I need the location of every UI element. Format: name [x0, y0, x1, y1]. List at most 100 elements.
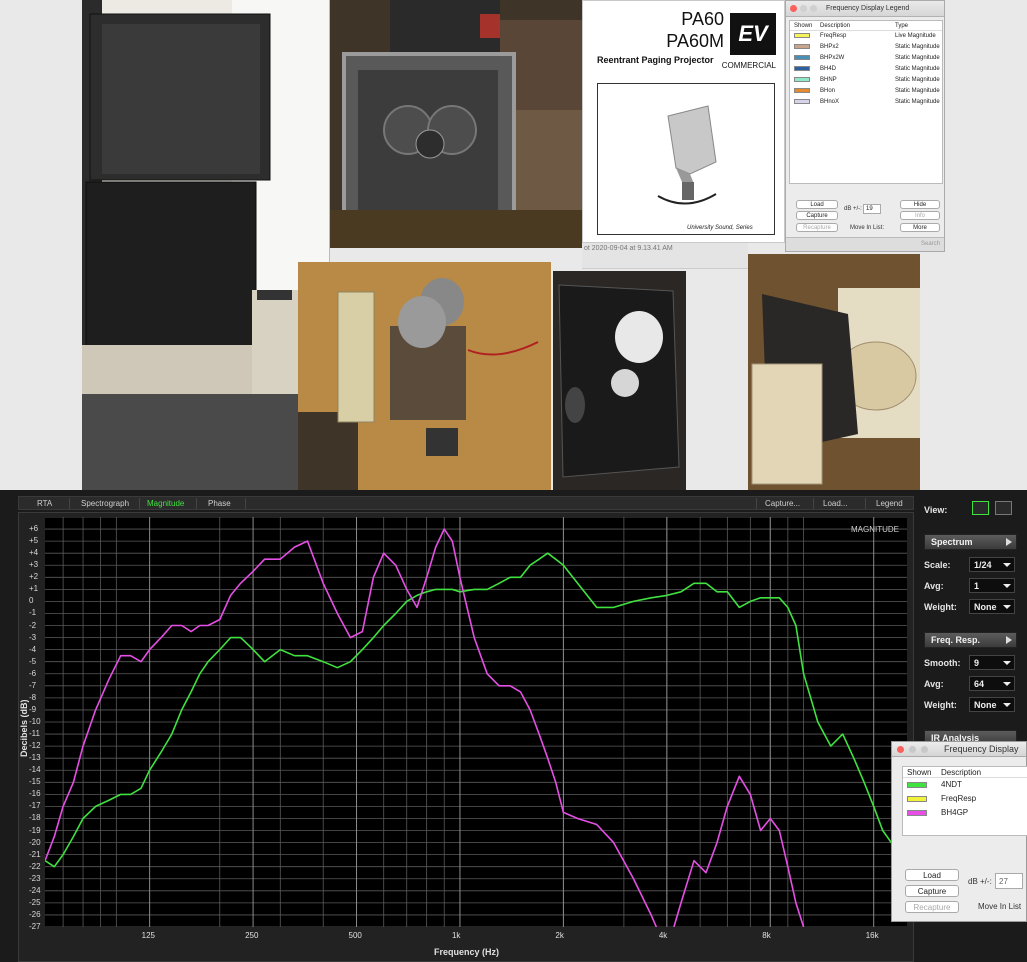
load-button[interactable]: Load [905, 869, 959, 881]
tab-rta[interactable]: RTA [37, 499, 52, 508]
x-axis-label: Frequency (Hz) [434, 947, 500, 957]
y-tick-label: -10 [29, 717, 41, 726]
recapture-button[interactable]: Recapture [905, 901, 959, 913]
weight-label: Weight: [924, 602, 957, 612]
zoom-icon[interactable] [921, 746, 928, 753]
x-tick-label: 500 [348, 931, 362, 940]
legend-menu-button[interactable]: Legend [876, 499, 903, 508]
legend-row[interactable]: BHPx2 Static Magnitude [790, 42, 942, 53]
legend-large-titlebar[interactable]: Frequency Display [892, 742, 1026, 757]
row-type: Static Magnitude [895, 99, 940, 105]
smooth-label: Smooth: [924, 658, 961, 668]
single-view-icon[interactable] [972, 501, 989, 515]
color-swatch[interactable] [794, 76, 810, 82]
weight2-select[interactable]: None [969, 697, 1015, 712]
magnitude-chart[interactable] [44, 516, 908, 952]
split-view-icon[interactable] [995, 501, 1012, 515]
legend-row[interactable]: FreqResp [903, 792, 1027, 806]
legend-row[interactable]: BHNP Static Magnitude [790, 75, 942, 86]
capture-button[interactable]: Capture [796, 211, 838, 220]
legend-window-small[interactable]: Frequency Display Legend Shown Descripti… [785, 0, 945, 252]
spectrum-section[interactable]: Spectrum [924, 534, 1017, 550]
header-shown: Shown [907, 768, 932, 777]
zoom-icon[interactable] [810, 5, 817, 12]
search-field[interactable]: Search [921, 241, 940, 247]
db-input[interactable]: 27 [995, 873, 1023, 889]
horn-driver-photo [330, 0, 582, 248]
tab-magnitude[interactable]: Magnitude [147, 499, 184, 508]
tab-divider [245, 498, 246, 509]
color-swatch[interactable] [794, 65, 810, 71]
scale-select[interactable]: 1/24 [969, 557, 1015, 572]
capture-menu-button[interactable]: Capture... [765, 499, 800, 508]
x-tick-label: 1k [451, 931, 461, 940]
color-swatch[interactable] [794, 98, 810, 104]
color-swatch[interactable] [794, 43, 810, 49]
row-description: 4NDT [941, 780, 962, 789]
row-type: Static Magnitude [895, 88, 940, 94]
color-swatch[interactable] [794, 32, 810, 38]
speaker-cabinet-photo [82, 0, 330, 394]
y-tick-label: -27 [29, 922, 41, 931]
info-button[interactable]: Info [900, 211, 940, 220]
color-swatch[interactable] [794, 54, 810, 60]
freq-resp-label: Freq. Resp. [931, 635, 981, 645]
legend-large-list[interactable]: Shown Description 4NDT FreqResp BH4GP [902, 766, 1027, 836]
y-axis-label: Decibels (dB) [19, 699, 29, 757]
smooth-select[interactable]: 9 [969, 655, 1015, 670]
y-tick-label: -13 [29, 753, 41, 763]
more-button[interactable]: More [900, 223, 940, 232]
move-in-list-label: Move In List: [850, 225, 885, 231]
legend-small-list[interactable]: Shown Description Type FreqResp Live Magn… [789, 20, 943, 184]
freq-resp-section[interactable]: Freq. Resp. [924, 632, 1017, 648]
magnitude-tag: MAGNITUDE [851, 525, 899, 534]
y-tick-label: -23 [29, 873, 41, 883]
y-tick-label: -14 [29, 765, 41, 775]
load-button[interactable]: Load [796, 200, 838, 209]
row-type: Static Magnitude [895, 66, 940, 72]
legend-window-large[interactable]: Frequency Display Shown Description 4NDT… [891, 741, 1027, 922]
y-tick-label: +1 [29, 584, 39, 594]
recapture-button[interactable]: Recapture [796, 223, 838, 232]
scale-label: Scale: [924, 560, 951, 570]
y-tick-label: -7 [29, 680, 37, 690]
close-icon[interactable] [897, 746, 904, 753]
avg-label: Avg: [924, 581, 944, 591]
color-swatch[interactable] [907, 781, 927, 788]
y-tick-label: +5 [29, 536, 39, 546]
weight-select[interactable]: None [969, 599, 1015, 614]
legend-row[interactable]: BHPx2W Static Magnitude [790, 53, 942, 64]
y-tick-label: -1 [29, 608, 37, 618]
load-menu-button[interactable]: Load... [823, 499, 847, 508]
row-description: BH4GP [941, 808, 969, 817]
capture-button[interactable]: Capture [905, 885, 959, 897]
legend-small-titlebar[interactable]: Frequency Display Legend [786, 1, 944, 17]
legend-row[interactable]: BH4D Static Magnitude [790, 64, 942, 75]
avg2-select[interactable]: 64 [969, 676, 1015, 691]
minimize-icon[interactable] [909, 746, 916, 753]
minimize-icon[interactable] [800, 5, 807, 12]
legend-row[interactable]: FreqResp Live Magnitude [790, 31, 942, 42]
legend-row[interactable]: BHnoX Static Magnitude [790, 97, 942, 108]
color-swatch[interactable] [794, 87, 810, 93]
x-tick-label: 2k [555, 931, 564, 940]
y-tick-label: -12 [29, 741, 41, 751]
hide-button[interactable]: Hide [900, 200, 940, 209]
y-tick-label: -17 [29, 801, 41, 811]
color-swatch[interactable] [907, 795, 927, 802]
legend-row[interactable]: BHon Static Magnitude [790, 86, 942, 97]
color-swatch[interactable] [907, 809, 927, 816]
avg-select[interactable]: 1 [969, 578, 1015, 593]
x-tick-label: 8k [762, 931, 771, 940]
close-icon[interactable] [790, 5, 797, 12]
analyzer-panel: RTA Spectrograph Magnitude Phase Capture… [0, 490, 1027, 962]
db-input[interactable]: 19 [863, 204, 881, 214]
y-tick-label: -15 [29, 777, 41, 787]
tab-phase[interactable]: Phase [208, 499, 231, 508]
legend-row[interactable]: 4NDT [903, 778, 1027, 792]
legend-row[interactable]: BH4GP [903, 806, 1027, 820]
magnitude-plot[interactable]: MAGNITUDE [44, 516, 908, 952]
tab-spectrograph[interactable]: Spectrograph [81, 499, 129, 508]
tab-divider [69, 498, 70, 509]
product-image-box [597, 83, 775, 235]
